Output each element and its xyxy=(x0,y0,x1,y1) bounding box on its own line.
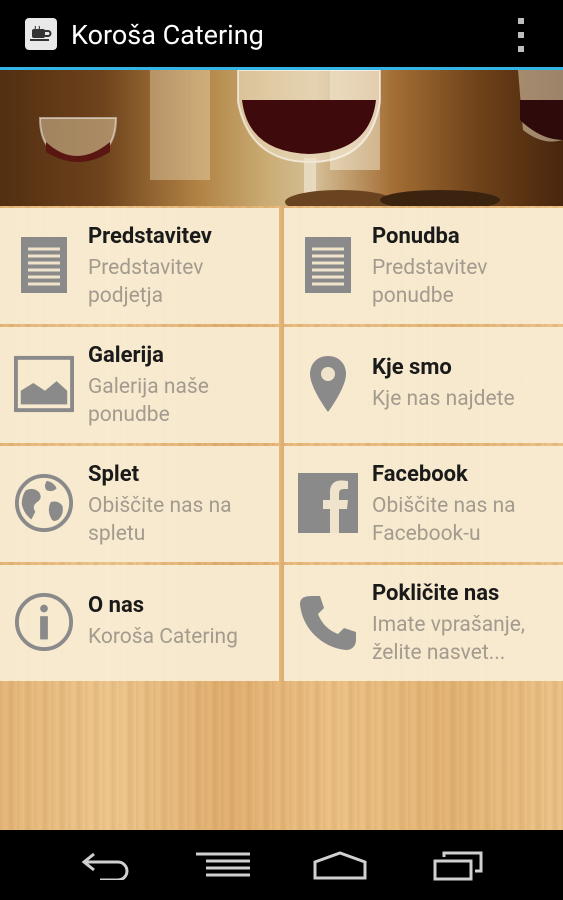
info-icon xyxy=(14,591,74,653)
coffee-cup-icon[interactable] xyxy=(25,18,57,50)
location-pin-icon xyxy=(298,353,358,415)
tile-title: O nas xyxy=(88,593,145,618)
banner-image xyxy=(0,70,563,206)
tile-poklicite-nas[interactable]: Pokličite nas Imate vprašanje, želite na… xyxy=(284,565,563,681)
tile-o-nas[interactable]: O nas Koroša Catering xyxy=(0,565,279,681)
tile-title: Pokličite nas xyxy=(372,581,500,606)
recent-menu-icon[interactable] xyxy=(196,848,250,882)
recent-apps-icon[interactable] xyxy=(432,848,484,882)
menu-grid: Predstavitev Predstavitev podjetja Ponud… xyxy=(0,206,563,830)
document-icon xyxy=(14,234,74,296)
tile-title: Predstavitev xyxy=(88,224,212,249)
tile-subtitle: Obiščite nas na spletu xyxy=(88,494,232,546)
tile-subtitle: Predstavitev podjetja xyxy=(88,256,204,308)
tile-facebook[interactable]: Facebook Obiščite nas na Facebook-u xyxy=(284,446,563,562)
home-icon[interactable] xyxy=(312,848,368,882)
document-icon xyxy=(298,234,358,296)
tile-predstavitev[interactable]: Predstavitev Predstavitev podjetja xyxy=(0,208,279,324)
tile-title: Ponudba xyxy=(372,224,460,249)
globe-icon xyxy=(14,472,74,534)
phone-icon xyxy=(298,591,358,653)
tile-subtitle: Galerija naše ponudbe xyxy=(88,375,209,427)
tile-subtitle: Predstavitev ponudbe xyxy=(372,256,488,308)
tile-title: Kje smo xyxy=(372,355,452,380)
back-icon[interactable] xyxy=(80,848,132,882)
tile-subtitle: Imate vprašanje, želite nasvet... xyxy=(372,613,526,665)
tile-galerija[interactable]: Galerija Galerija naše ponudbe xyxy=(0,327,279,443)
tile-subtitle: Kje nas najdete xyxy=(372,387,515,411)
image-icon xyxy=(14,353,74,415)
tile-title: Facebook xyxy=(372,462,468,487)
navigation-bar xyxy=(0,830,563,900)
overflow-menu-icon[interactable] xyxy=(511,18,531,52)
app-title: Koroša Catering xyxy=(71,19,264,51)
tile-subtitle: Koroša Catering xyxy=(88,625,238,649)
tile-title: Splet xyxy=(88,462,140,487)
tile-ponudba[interactable]: Ponudba Predstavitev ponudbe xyxy=(284,208,563,324)
tile-splet[interactable]: Splet Obiščite nas na spletu xyxy=(0,446,279,562)
facebook-icon xyxy=(298,472,358,534)
tile-kje-smo[interactable]: Kje smo Kje nas najdete xyxy=(284,327,563,443)
tile-subtitle: Obiščite nas na Facebook-u xyxy=(372,494,516,546)
tile-title: Galerija xyxy=(88,343,164,368)
action-bar: Koroša Catering xyxy=(0,0,563,67)
